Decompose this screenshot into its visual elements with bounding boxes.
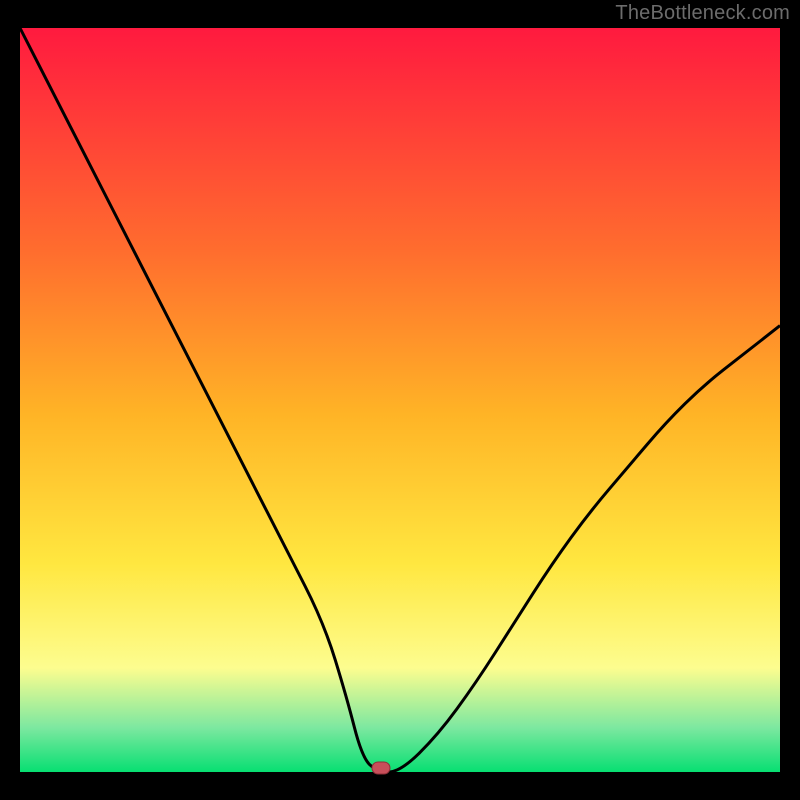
watermark-label: TheBottleneck.com xyxy=(615,2,790,25)
min-marker xyxy=(372,762,390,774)
plot-area xyxy=(20,28,780,772)
bottleneck-plot xyxy=(0,0,800,800)
chart-container: TheBottleneck.com xyxy=(0,0,800,800)
